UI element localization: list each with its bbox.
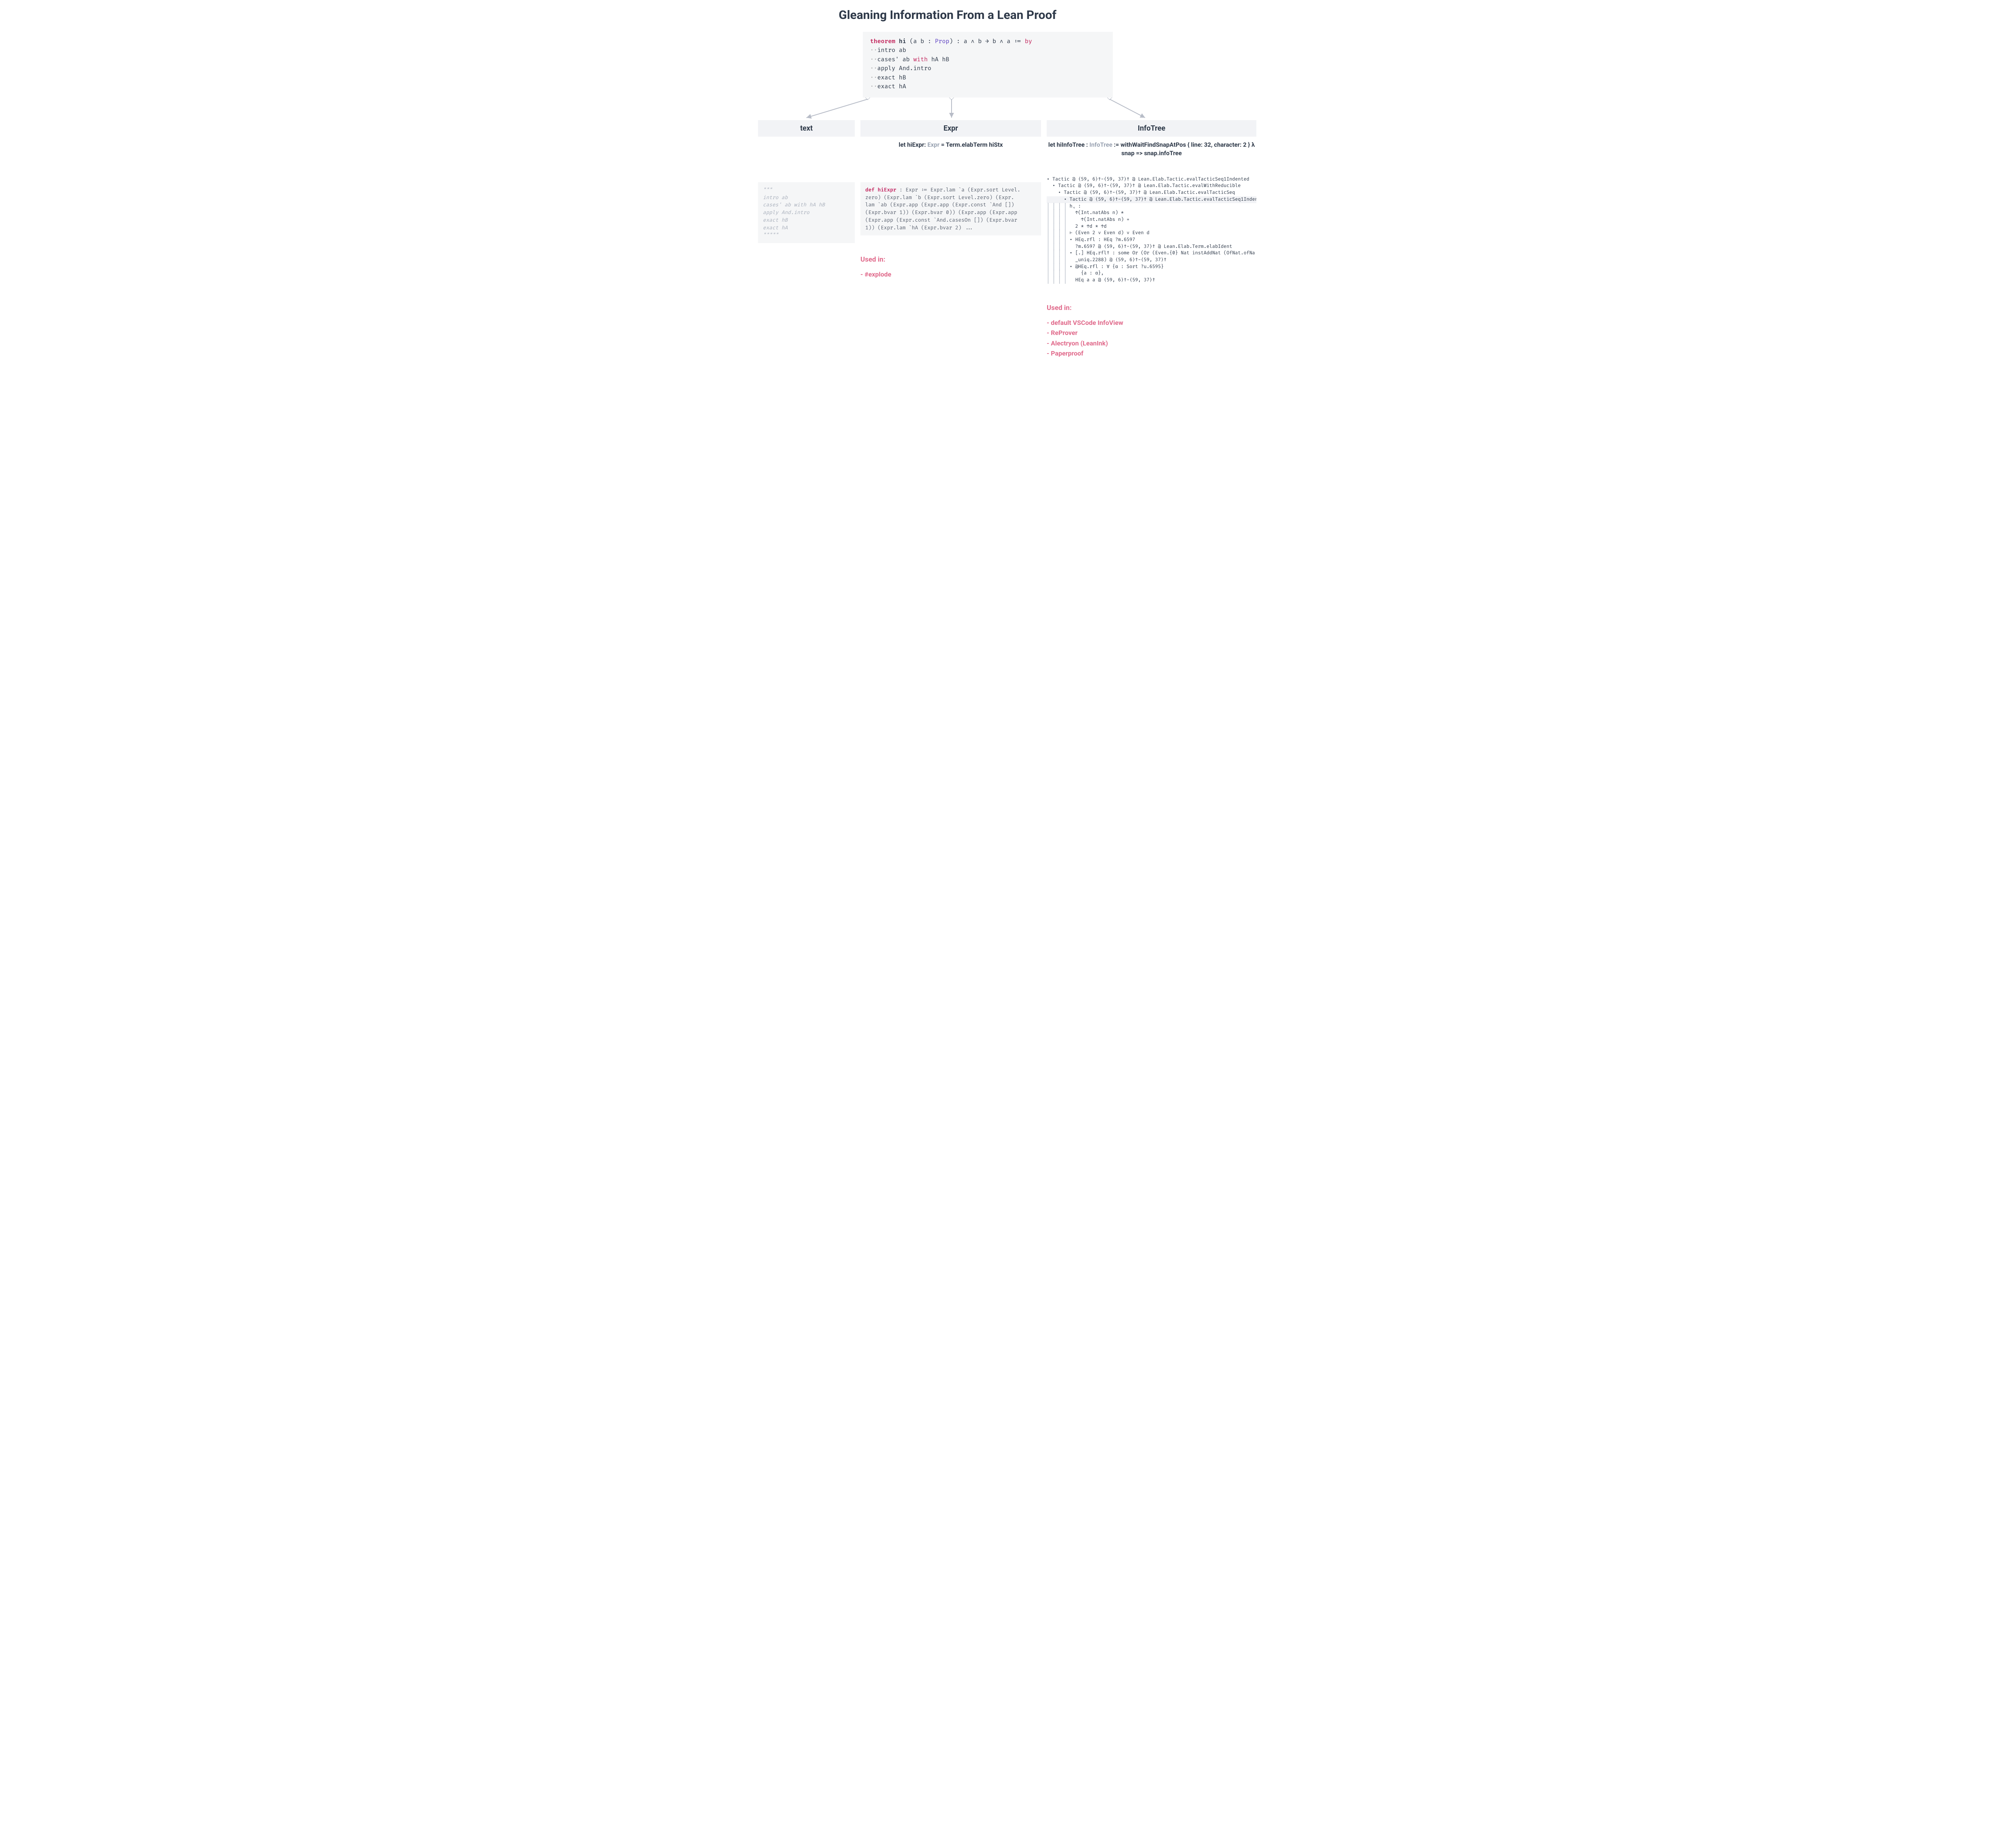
used-item: ReProver <box>1047 328 1256 338</box>
column-text: text """ intro ab cases' ab with hA hB a… <box>758 120 855 243</box>
branch-arrows <box>758 98 1258 120</box>
sig-params-open: (a b : <box>910 38 935 45</box>
indent-dots: ·· <box>870 47 877 54</box>
page-title: Gleaning Information From a Lean Proof <box>839 8 1258 22</box>
text-subdecl <box>758 141 855 149</box>
triple-quote-close: """"" <box>763 231 850 239</box>
text-line: apply And.intro <box>763 209 850 216</box>
column-header-infotree: InfoTree <box>1047 120 1256 137</box>
expr-decl: let hiExpr: Expr = Term.elabTerm hiStx <box>860 141 1041 149</box>
page: Gleaning Information From a Lean Proof t… <box>758 0 1258 359</box>
column-infotree: InfoTree let hiInfoTree : InfoTree := wi… <box>1047 120 1256 359</box>
proof-line: ··exact hB <box>870 74 1106 83</box>
expr-code-box: def hiExpr : Expr := Expr.lam `a (Expr.s… <box>860 182 1041 236</box>
cases-names: hA hB <box>928 56 950 63</box>
keyword-with: with <box>913 56 928 63</box>
infotree-used-in-list: default VSCode InfoView ReProver Alectry… <box>1047 318 1256 359</box>
theorem-name: hi <box>899 38 906 45</box>
infotree-used-in-label: Used in <box>1047 304 1256 312</box>
keyword-by: by <box>1025 38 1032 45</box>
used-item: default VSCode InfoView <box>1047 318 1256 328</box>
expr-decl-post: = Term.elabTerm hiStx <box>939 141 1003 148</box>
used-item: #explode <box>860 269 1041 280</box>
proof-line: ··cases' ab with hA hB <box>870 56 1106 64</box>
column-header-expr: Expr <box>860 120 1041 137</box>
text-line: exact hA <box>763 224 850 232</box>
proof-line: ··exact hA <box>870 83 1106 92</box>
proof-line: ··intro ab <box>870 46 1106 55</box>
used-item: Paperproof <box>1047 348 1256 359</box>
triple-quote-open: """ <box>763 186 850 194</box>
proof-signature: theorem hi (a b : Prop) : a ∧ b → b ∧ a … <box>870 37 1106 46</box>
expr-used-in-list: #explode <box>860 269 1041 280</box>
infotree-decl-pre: let hiInfoTree : <box>1048 141 1089 148</box>
indent-dots: ·· <box>870 75 877 81</box>
expr-decl-pre: let hiExpr: <box>899 141 927 148</box>
column-expr: Expr let hiExpr: Expr = Term.elabTerm hi… <box>860 120 1041 280</box>
text-line: intro ab <box>763 194 850 202</box>
column-header-text: text <box>758 120 855 137</box>
proof-block: theorem hi (a b : Prop) : a ∧ b → b ∧ a … <box>863 32 1113 98</box>
text-line: cases' ab with hA hB <box>763 201 850 209</box>
sig-params-close: ) <box>949 38 953 45</box>
keyword-def: def <box>865 187 875 193</box>
arrow-svg <box>758 98 1258 120</box>
expr-body: : Expr := Expr.lam `a (Expr.sort Level. … <box>865 187 1020 231</box>
expr-decl-type: Expr <box>927 141 939 148</box>
indent-dots: ·· <box>870 83 877 90</box>
sig-body: : a ∧ b → b ∧ a := <box>953 38 1025 45</box>
infotree-decl-type: InfoTree <box>1089 141 1112 148</box>
expr-used-in-label: Used in <box>860 256 1041 264</box>
indent-dots: ·· <box>870 56 877 63</box>
infotree-decl: let hiInfoTree : InfoTree := withWaitFin… <box>1047 141 1256 158</box>
columns: text """ intro ab cases' ab with hA hB a… <box>758 120 1258 359</box>
indent-dots: ·· <box>870 65 877 72</box>
infotree-decl-post: := withWaitFindSnapAtPos { line: 32, cha… <box>1112 141 1255 157</box>
keyword-theorem: theorem <box>870 38 895 45</box>
expr-name: hiExpr <box>878 187 896 193</box>
text-line: exact hB <box>763 216 850 224</box>
used-item: Alectryon (LeanInk) <box>1047 338 1256 349</box>
type-prop: Prop <box>935 38 950 45</box>
infotree-output: • Tactic @ ⟨59, 6⟩†-⟨59, 37⟩† @ Lean.Ela… <box>1047 176 1256 284</box>
proof-line: ··apply And.intro <box>870 64 1106 73</box>
text-code-box: """ intro ab cases' ab with hA hB apply … <box>758 182 855 243</box>
